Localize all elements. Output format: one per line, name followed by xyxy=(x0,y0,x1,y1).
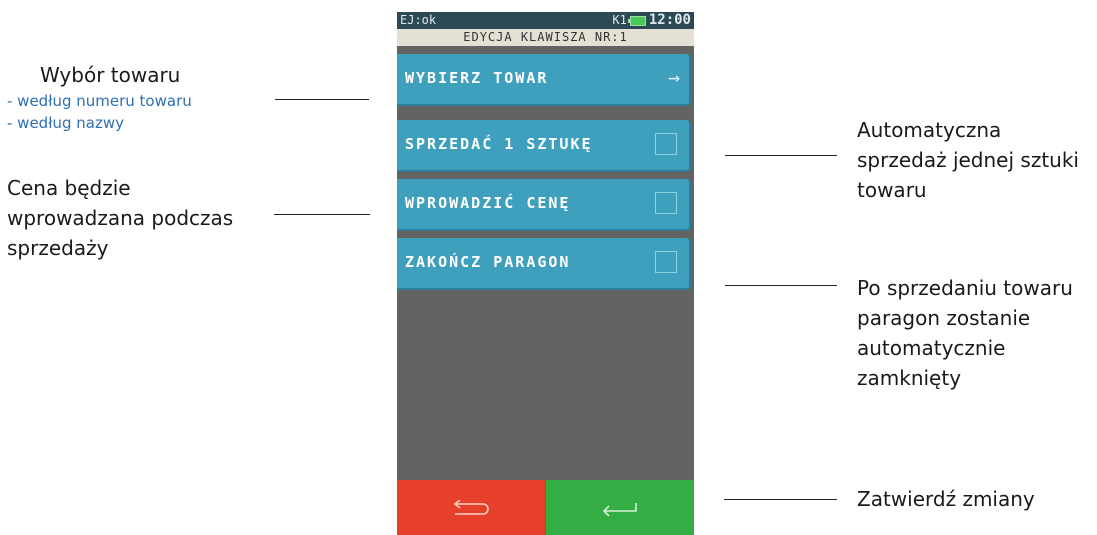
device-screen: EJ:ok K1 12:00 EDYCJA KLAWISZA NR:1 WYBI… xyxy=(397,12,694,535)
back-button[interactable] xyxy=(397,480,545,535)
annotation-auto-close: Po sprzedaniu towaru paragon zostanie au… xyxy=(857,273,1073,393)
annotation-line: Automatyczna xyxy=(857,118,1002,142)
annotation-price-entry: Cena będzie wprowadzana podczas sprzedaż… xyxy=(7,173,233,263)
arrow-right-icon: → xyxy=(667,65,682,89)
annotation-title: Wybór towaru xyxy=(40,63,181,87)
connector-line xyxy=(724,499,837,500)
annotation-option: - według nazwy xyxy=(7,114,124,132)
annotation-line: Cena będzie xyxy=(7,176,131,200)
annotation-line: towaru xyxy=(857,178,927,202)
annotation-line: sprzedaży xyxy=(7,236,109,260)
checkbox[interactable] xyxy=(655,251,677,273)
status-ej: EJ:ok xyxy=(400,13,437,27)
connector-line xyxy=(274,214,370,215)
confirm-button[interactable] xyxy=(546,480,694,535)
screen-title: EDYCJA KLAWISZA NR:1 xyxy=(397,29,694,46)
connector-line xyxy=(725,155,837,156)
annotation-confirm: Zatwierdź zmiany xyxy=(857,484,1035,514)
annotation-line: sprzedaż jednej sztuki xyxy=(857,148,1079,172)
enter-arrow-icon xyxy=(602,503,637,517)
battery-icon xyxy=(627,15,646,26)
annotation-line: wprowadzana podczas xyxy=(7,206,234,230)
status-time: 12:00 xyxy=(648,12,691,28)
menu-item-sell-one[interactable]: SPRZEDAĆ 1 SZTUKĘ xyxy=(397,120,691,172)
annotation-line: paragon zostanie xyxy=(857,306,1031,330)
status-right: K1 12:00 xyxy=(612,12,691,29)
menu-item-close-receipt[interactable]: ZAKOŃCZ PARAGON xyxy=(397,238,691,290)
annotation-select-product: Wybór towaru - według numeru towaru - we… xyxy=(7,60,192,134)
annotation-line: Zatwierdź zmiany xyxy=(857,487,1035,511)
bottom-bar xyxy=(397,480,694,535)
checkbox[interactable] xyxy=(655,133,677,155)
connector-line xyxy=(275,99,369,100)
return-arrow-icon xyxy=(453,500,489,515)
menu-item-select-product[interactable]: WYBIERZ TOWAR → xyxy=(397,54,691,106)
annotation-line: Po sprzedaniu towaru xyxy=(857,276,1073,300)
menu-item-enter-price[interactable]: WPROWADZIĆ CENĘ xyxy=(397,179,691,231)
menu-item-label: WPROWADZIĆ CENĘ xyxy=(405,194,571,212)
status-bar: EJ:ok K1 12:00 xyxy=(397,12,694,29)
status-indicator: K1 xyxy=(612,13,627,27)
menu-item-label: SPRZEDAĆ 1 SZTUKĘ xyxy=(405,135,593,153)
menu-item-label: ZAKOŃCZ PARAGON xyxy=(405,253,571,271)
annotation-option: - według numeru towaru xyxy=(7,92,192,110)
connector-line xyxy=(725,285,837,286)
menu-item-label: WYBIERZ TOWAR xyxy=(405,69,549,87)
annotation-line: automatycznie xyxy=(857,336,1006,360)
annotation-line: zamknięty xyxy=(857,366,962,390)
checkbox[interactable] xyxy=(655,192,677,214)
annotation-auto-sell-one: Automatyczna sprzedaż jednej sztuki towa… xyxy=(857,115,1079,205)
